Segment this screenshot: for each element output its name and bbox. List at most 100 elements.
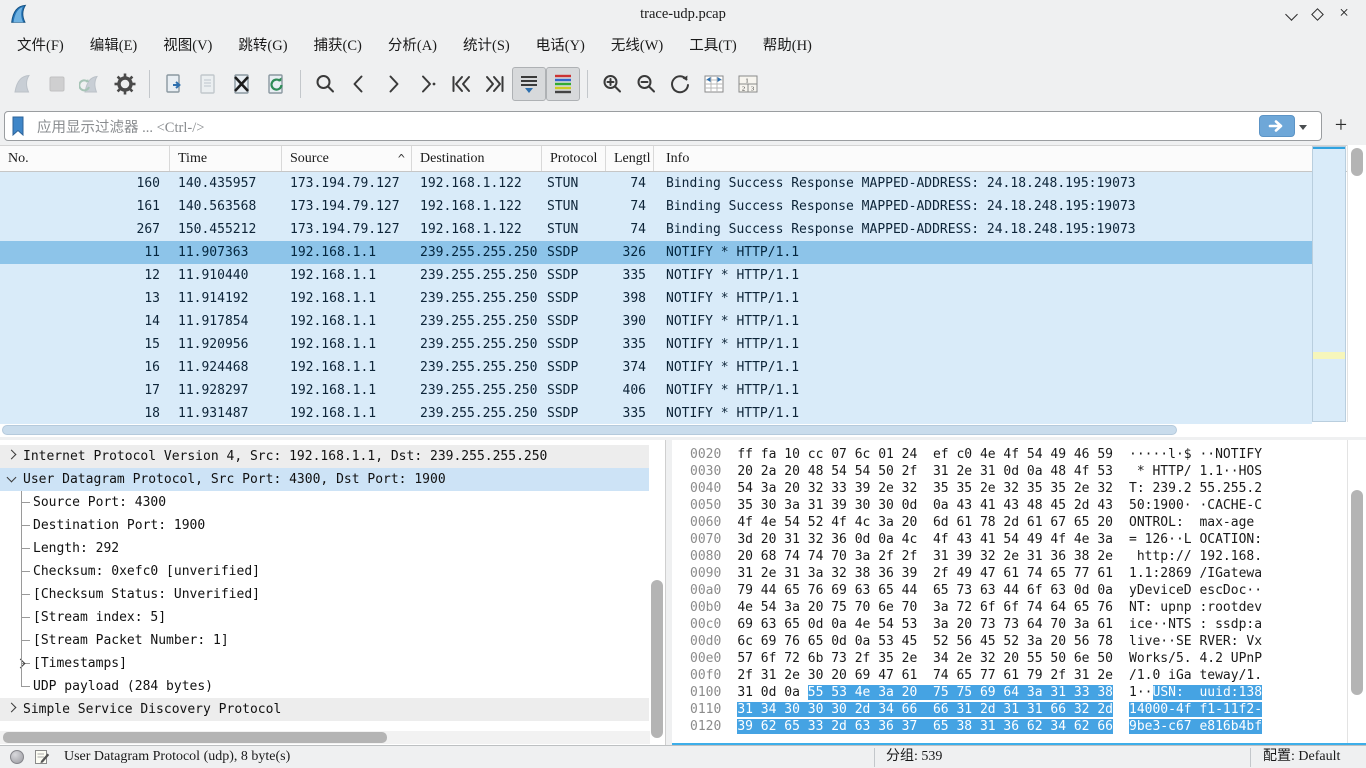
start-capture-button[interactable]	[6, 67, 40, 101]
details-vertical-scrollbar[interactable]	[650, 440, 664, 745]
hex-row[interactable]: 00d06c 69 76 65 0d 0a 53 45 52 56 45 52 …	[690, 633, 1262, 650]
column-header-no[interactable]: No.	[0, 146, 170, 171]
hex-row[interactable]: 008020 68 74 74 70 3a 2f 2f 31 39 32 2e …	[690, 548, 1262, 565]
menu-item[interactable]: 工具(T)	[676, 31, 750, 58]
detail-row[interactable]: [Checksum Status: Unverified]	[0, 583, 649, 606]
menu-item[interactable]: 视图(V)	[150, 31, 225, 58]
column-header-destination[interactable]: Destination	[412, 146, 542, 171]
resize-columns-button[interactable]	[697, 67, 731, 101]
scrollbar-thumb[interactable]	[3, 732, 387, 743]
capture-comment-icon[interactable]	[34, 749, 50, 765]
scrollbar-thumb[interactable]	[1351, 148, 1363, 176]
filter-dropdown-button[interactable]	[1299, 117, 1313, 135]
column-header-info[interactable]: Info	[654, 146, 1366, 171]
hex-row[interactable]: 00703d 20 31 32 36 0d 0a 4c 4f 43 41 54 …	[690, 531, 1262, 548]
display-filter-input[interactable]: 应用显示过滤器 ... <Ctrl-/>	[4, 111, 1322, 141]
first-packet-button[interactable]	[444, 67, 478, 101]
expand-toggle-icon[interactable]	[7, 473, 17, 483]
scrollbar-thumb[interactable]	[2, 425, 1177, 435]
packet-row[interactable]: 14 11.917854 192.168.1.1 239.255.255.250…	[0, 310, 1312, 333]
close-button[interactable]: ×	[1336, 6, 1352, 22]
hex-row[interactable]: 0020ff fa 10 cc 07 6c 01 24 ef c0 4e 4f …	[690, 446, 1262, 463]
menu-item[interactable]: 文件(F)	[4, 31, 77, 58]
column-header-protocol[interactable]: Protocol	[542, 146, 606, 171]
detail-row[interactable]: UDP payload (284 bytes)	[0, 675, 649, 698]
packet-row[interactable]: 11 11.907363 192.168.1.1 239.255.255.250…	[0, 241, 1312, 264]
menu-item[interactable]: 电话(Y)	[523, 31, 598, 58]
next-packet-button[interactable]	[376, 67, 410, 101]
hex-row[interactable]: 009031 2e 31 3a 32 38 36 39 2f 49 47 61 …	[690, 565, 1262, 582]
find-packet-button[interactable]	[308, 67, 342, 101]
detail-row[interactable]: Checksum: 0xefc0 [unverified]	[0, 560, 649, 583]
detail-row[interactable]: [Stream index: 5]	[0, 606, 649, 629]
apply-filter-button[interactable]	[1259, 115, 1295, 137]
hex-row[interactable]: 004054 3a 20 32 33 39 2e 32 35 35 2e 32 …	[690, 480, 1262, 497]
detail-row[interactable]: Length: 292	[0, 537, 649, 560]
zoom-out-button[interactable]	[629, 67, 663, 101]
packet-row[interactable]: 17 11.928297 192.168.1.1 239.255.255.250…	[0, 379, 1312, 402]
detail-row[interactable]: Simple Service Discovery Protocol	[0, 698, 649, 721]
detail-row[interactable]: Source Port: 4300	[0, 491, 649, 514]
goto-packet-button[interactable]	[410, 67, 444, 101]
hex-row[interactable]: 011031 34 30 30 30 2d 34 66 66 31 2d 31 …	[690, 701, 1262, 718]
hex-row[interactable]: 00c069 63 65 0d 0a 4e 54 53 3a 20 73 73 …	[690, 616, 1262, 633]
packet-list-minimap[interactable]	[1312, 146, 1346, 422]
packet-row[interactable]: 267 150.455212 173.194.79.127 192.168.1.…	[0, 218, 1312, 241]
column-header-source[interactable]: Source ^	[282, 146, 412, 171]
minimize-button[interactable]	[1284, 6, 1300, 22]
menu-item[interactable]: 跳转(G)	[225, 31, 300, 58]
scrollbar-thumb[interactable]	[1351, 490, 1363, 695]
packet-row[interactable]: 15 11.920956 192.168.1.1 239.255.255.250…	[0, 333, 1312, 356]
colorize-button[interactable]	[546, 67, 580, 101]
expand-toggle-icon[interactable]	[7, 450, 17, 460]
packet-row[interactable]: 161 140.563568 173.194.79.127 192.168.1.…	[0, 195, 1312, 218]
packet-row[interactable]: 16 11.924468 192.168.1.1 239.255.255.250…	[0, 356, 1312, 379]
hex-row[interactable]: 00a079 44 65 76 69 63 65 44 65 73 63 44 …	[690, 582, 1262, 599]
previous-packet-button[interactable]	[342, 67, 376, 101]
column-header-time[interactable]: Time	[170, 146, 282, 171]
hex-row[interactable]: 00b04e 54 3a 20 75 70 6e 70 3a 72 6f 6f …	[690, 599, 1262, 616]
packet-list-vertical-scrollbar[interactable]	[1347, 145, 1366, 422]
layout-panes-button[interactable]: 123	[731, 67, 765, 101]
save-file-button[interactable]	[191, 67, 225, 101]
menu-item[interactable]: 帮助(H)	[750, 31, 825, 58]
close-file-button[interactable]	[225, 67, 259, 101]
hex-row[interactable]: 00e057 6f 72 6b 73 2f 35 2e 34 2e 32 20 …	[690, 650, 1262, 667]
auto-scroll-button[interactable]	[512, 67, 546, 101]
last-packet-button[interactable]	[478, 67, 512, 101]
detail-row[interactable]: User Datagram Protocol, Src Port: 4300, …	[0, 468, 649, 491]
zoom-in-button[interactable]	[595, 67, 629, 101]
restart-capture-button[interactable]	[74, 67, 108, 101]
menu-item[interactable]: 分析(A)	[375, 31, 450, 58]
packet-row[interactable]: 18 11.931487 192.168.1.1 239.255.255.250…	[0, 402, 1312, 425]
hex-row[interactable]: 012039 62 65 33 2d 63 36 37 65 38 31 36 …	[690, 718, 1262, 735]
menu-item[interactable]: 捕获(C)	[301, 31, 375, 58]
add-filter-button[interactable]: +	[1326, 111, 1356, 141]
expert-info-icon[interactable]	[10, 750, 24, 764]
details-horizontal-scrollbar[interactable]	[0, 731, 650, 744]
stop-capture-button[interactable]	[40, 67, 74, 101]
filter-bookmark-button[interactable]	[5, 116, 31, 136]
zoom-reset-button[interactable]	[663, 67, 697, 101]
hex-row[interactable]: 005035 30 3a 31 39 30 30 0d 0a 43 41 43 …	[690, 497, 1262, 514]
packet-list-horizontal-scrollbar[interactable]	[0, 424, 1366, 437]
expand-toggle-icon[interactable]	[7, 703, 17, 713]
hex-row[interactable]: 00f02f 31 2e 30 20 69 47 61 74 65 77 61 …	[690, 667, 1262, 684]
maximize-button[interactable]	[1310, 6, 1326, 22]
open-file-button[interactable]	[157, 67, 191, 101]
expand-toggle-icon[interactable]	[16, 659, 26, 669]
hex-row[interactable]: 003020 2a 20 48 54 54 50 2f 31 2e 31 0d …	[690, 463, 1262, 480]
hex-row[interactable]: 010031 0d 0a 55 53 4e 3a 20 75 75 69 64 …	[690, 684, 1262, 701]
reload-file-button[interactable]	[259, 67, 293, 101]
column-header-length[interactable]: Lengtl	[606, 146, 654, 171]
detail-row[interactable]: [Stream Packet Number: 1]	[0, 629, 649, 652]
status-profile[interactable]: 配置: Default	[1263, 746, 1340, 768]
packet-row[interactable]: 160 140.435957 173.194.79.127 192.168.1.…	[0, 172, 1312, 195]
packet-row[interactable]: 13 11.914192 192.168.1.1 239.255.255.250…	[0, 287, 1312, 310]
detail-row[interactable]: Internet Protocol Version 4, Src: 192.16…	[0, 445, 649, 468]
menu-item[interactable]: 统计(S)	[450, 31, 523, 58]
scrollbar-thumb[interactable]	[651, 580, 663, 738]
menu-item[interactable]: 编辑(E)	[77, 31, 151, 58]
menu-item[interactable]: 无线(W)	[598, 31, 676, 58]
detail-row[interactable]: Destination Port: 1900	[0, 514, 649, 537]
